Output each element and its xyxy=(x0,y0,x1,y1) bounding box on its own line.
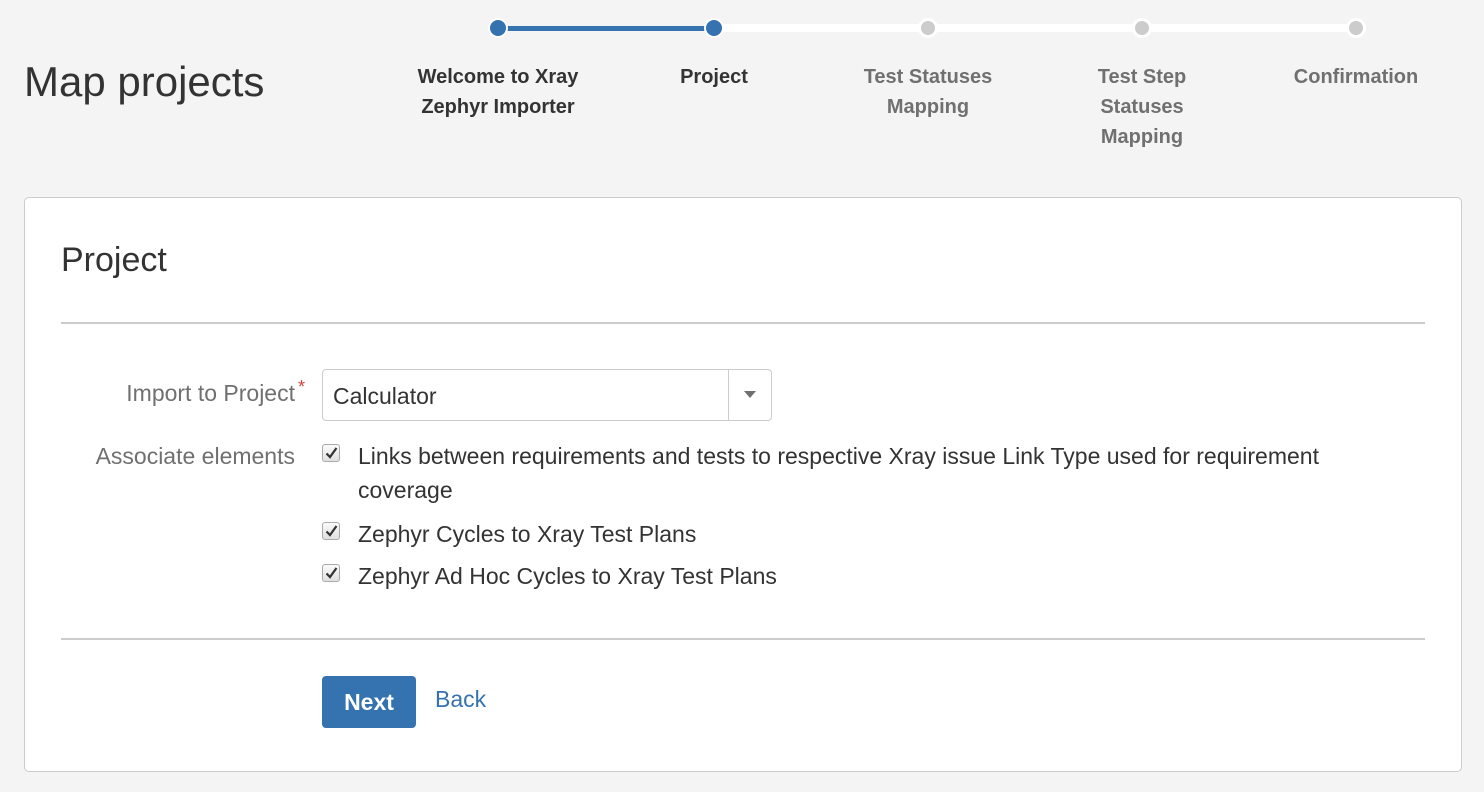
next-button[interactable]: Next xyxy=(322,676,416,728)
checkmark-icon xyxy=(325,525,338,537)
progress-step-dot-project xyxy=(704,18,724,38)
back-link[interactable]: Back xyxy=(435,684,486,714)
progress-step-dot-welcome xyxy=(488,18,508,38)
divider xyxy=(61,638,1425,640)
project-panel: Project Import to Project * Calculator As… xyxy=(24,197,1462,772)
progress-step-label-test-step-statuses: Test Step Statuses Mapping xyxy=(1097,66,1187,148)
progress-step-dot-test-step-statuses xyxy=(1132,18,1152,38)
panel-title: Project xyxy=(61,241,167,279)
import-to-project-label: Import to Project * xyxy=(25,377,305,408)
required-marker: * xyxy=(297,377,305,397)
project-select[interactable]: Calculator xyxy=(322,369,772,421)
import-to-project-label-text: Import to Project xyxy=(126,380,295,406)
progress-segment xyxy=(928,24,1142,32)
progress-step-dot-confirmation xyxy=(1346,18,1366,38)
progress-tracker: Welcome to Xray Zephyr Importer Project … xyxy=(0,0,1484,160)
progress-segment-completed xyxy=(498,26,714,31)
progress-step-label-confirmation: Confirmation xyxy=(1293,66,1419,88)
progress-step-label-welcome: Welcome to Xray Zephyr Importer xyxy=(417,66,579,118)
option-label: Links between requirements and tests to … xyxy=(358,443,1319,503)
page: Map projects Welcome to Xray Zephyr Impo… xyxy=(0,0,1484,792)
checkbox-zephyr-cycles[interactable] xyxy=(322,522,340,540)
checkbox-zephyr-ad-hoc-cycles[interactable] xyxy=(322,564,340,582)
chevron-down-icon[interactable] xyxy=(728,370,771,420)
progress-step-label-project: Project xyxy=(680,66,748,88)
progress-step-dot-test-statuses xyxy=(918,18,938,38)
progress-segment xyxy=(714,24,928,32)
checkmark-icon xyxy=(325,567,338,579)
divider xyxy=(61,322,1425,324)
checkmark-icon xyxy=(325,447,338,459)
option-label: Zephyr Cycles to Xray Test Plans xyxy=(358,521,697,547)
option-label: Zephyr Ad Hoc Cycles to Xray Test Plans xyxy=(358,563,777,589)
progress-step-label-test-statuses: Test Statuses Mapping xyxy=(863,66,993,118)
progress-segment xyxy=(1142,24,1356,32)
project-select-value: Calculator xyxy=(333,383,437,409)
associate-elements-label: Associate elements xyxy=(95,443,295,469)
checkbox-links-requirements[interactable] xyxy=(322,444,340,462)
